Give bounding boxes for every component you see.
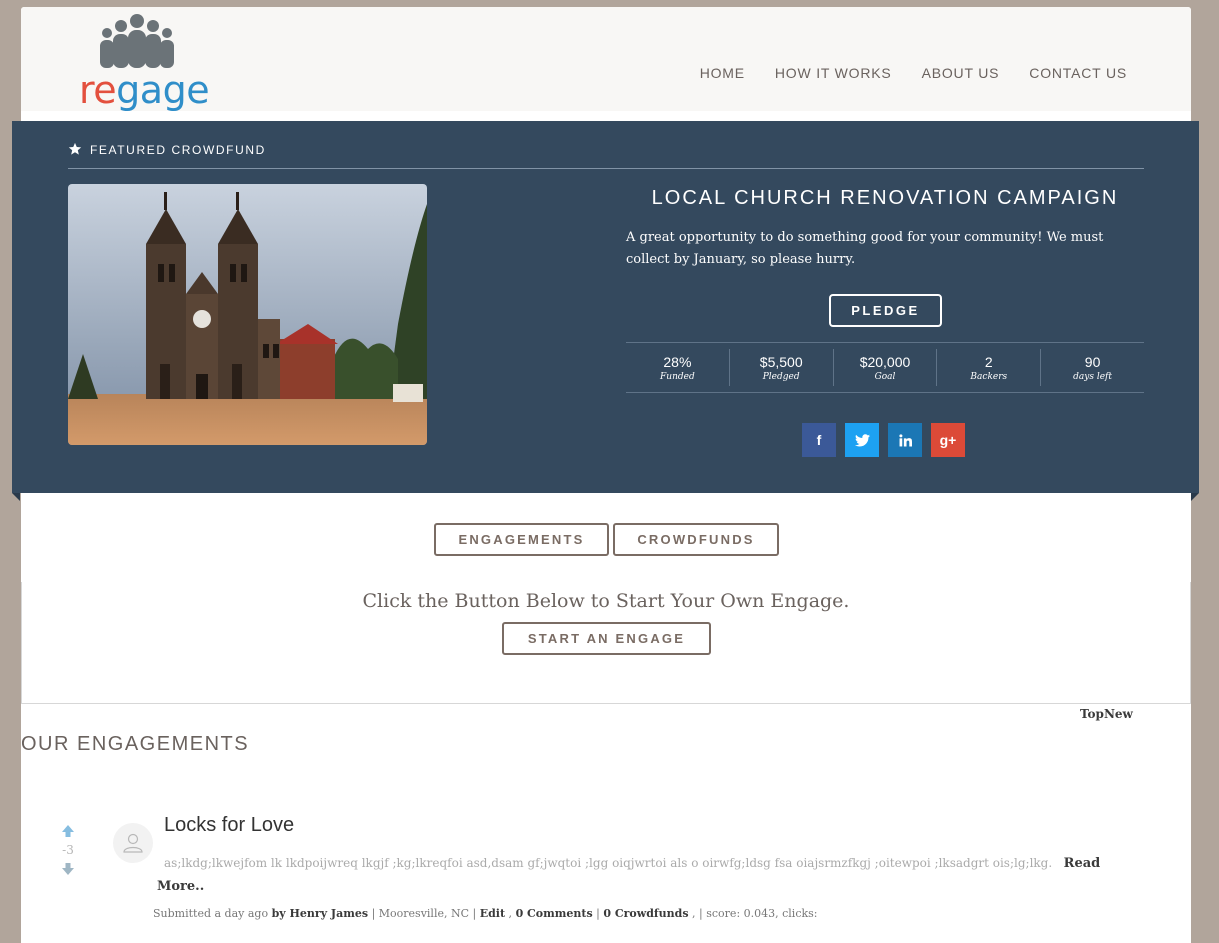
nav-how-it-works[interactable]: HOW IT WORKS bbox=[775, 65, 892, 81]
post-score: score: 0.043, clicks: bbox=[706, 907, 818, 920]
logo[interactable]: regage bbox=[79, 13, 210, 109]
section-title: OUR ENGAGEMENTS bbox=[21, 733, 250, 755]
linkedin-icon[interactable] bbox=[888, 423, 922, 457]
crowdfunds-link[interactable]: 0 Crowdfunds bbox=[603, 907, 688, 920]
stat-pledged: $5,500 Pledged bbox=[730, 349, 834, 386]
twitter-icon[interactable] bbox=[845, 423, 879, 457]
post-title[interactable]: Locks for Love bbox=[164, 814, 294, 837]
nav-home[interactable]: HOME bbox=[700, 65, 745, 81]
post-location: Mooresville, NC bbox=[378, 907, 470, 920]
star-icon bbox=[68, 142, 82, 155]
comments-link[interactable]: 0 Comments bbox=[516, 907, 593, 920]
logo-wordmark: regage bbox=[79, 68, 210, 112]
campaign-description: A great opportunity to do something good… bbox=[626, 230, 1104, 267]
engagements-tab[interactable]: ENGAGEMENTS bbox=[434, 523, 609, 556]
cta-text: Click the Button Below to Start Your Own… bbox=[362, 590, 850, 612]
campaign-stats: 28% Funded $5,500 Pledged $20,000 Goal 2 Bac… bbox=[626, 342, 1144, 393]
nav-about-us[interactable]: ABOUT US bbox=[922, 65, 1000, 81]
vote-count: -3 bbox=[62, 843, 74, 857]
stat-goal: $20,000 Goal bbox=[834, 349, 938, 386]
stat-backers: 2 Backers bbox=[937, 349, 1042, 386]
crowdfunds-tab[interactable]: CROWDFUNDS bbox=[613, 523, 779, 556]
stat-backers-value: 2 bbox=[984, 353, 993, 370]
social-share-buttons: f g+ bbox=[802, 423, 965, 457]
site-header: regage HOME HOW IT WORKS ABOUT US CONTAC… bbox=[21, 7, 1191, 111]
upvote-arrow-icon[interactable] bbox=[60, 823, 76, 839]
post-submitted: Submitted a day ago bbox=[153, 907, 269, 920]
post-excerpt: as;lkdg;lkwejfom lk lkdpoijwreq lkgjf ;k… bbox=[164, 856, 1053, 870]
vote-widget: -3 bbox=[57, 823, 79, 877]
stat-funded-value: 28% bbox=[663, 353, 692, 370]
stat-goal-value: $20,000 bbox=[859, 353, 911, 370]
people-group-icon bbox=[100, 14, 174, 68]
sort-new-link[interactable]: New bbox=[1104, 707, 1133, 721]
featured-heading-text: FEATURED CROWDFUND bbox=[90, 143, 266, 157]
section-divider bbox=[21, 703, 1191, 704]
stat-days-left-label: days left bbox=[1073, 371, 1112, 382]
stat-goal-label: Goal bbox=[874, 371, 896, 382]
downvote-arrow-icon[interactable] bbox=[60, 861, 76, 877]
post-author-link[interactable]: by Henry James bbox=[272, 907, 368, 920]
main-nav: HOME HOW IT WORKS ABOUT US CONTACT US bbox=[700, 65, 1127, 81]
start-engage-button[interactable]: START AN ENGAGE bbox=[502, 622, 711, 655]
pledge-button[interactable]: PLEDGE bbox=[829, 294, 942, 327]
post-body: as;lkdg;lkwejfom lk lkdpoijwreq lkgjf ;k… bbox=[157, 852, 1117, 898]
facebook-icon[interactable]: f bbox=[802, 423, 836, 457]
logo-text-re: re bbox=[79, 68, 117, 112]
campaign-title: LOCAL CHURCH RENOVATION CAMPAIGN bbox=[651, 187, 1119, 209]
stat-backers-label: Backers bbox=[970, 371, 1008, 382]
stat-days-left-value: 90 bbox=[1084, 353, 1101, 370]
stat-funded-label: Funded bbox=[660, 371, 695, 382]
featured-crowdfund-banner: FEATURED CROWDFUND LOCAL CHURCH RENOVATI… bbox=[12, 121, 1199, 501]
edit-link[interactable]: Edit bbox=[480, 907, 505, 920]
featured-heading: FEATURED CROWDFUND bbox=[68, 142, 1144, 169]
nav-contact-us[interactable]: CONTACT US bbox=[1029, 65, 1127, 81]
sort-top-link[interactable]: Top bbox=[1080, 707, 1104, 721]
stat-days-left: 90 days left bbox=[1041, 349, 1144, 386]
church-illustration bbox=[68, 184, 427, 445]
stat-pledged-label: Pledged bbox=[762, 371, 800, 382]
church-photo bbox=[68, 184, 427, 445]
sort-links: TopNew bbox=[1080, 707, 1133, 721]
user-icon bbox=[123, 833, 143, 853]
engagement-tabs: ENGAGEMENTS CROWDFUNDS bbox=[434, 523, 779, 556]
stat-funded: 28% Funded bbox=[626, 349, 730, 386]
post-meta: Submitted a day ago by Henry James | Moo… bbox=[153, 907, 818, 920]
avatar bbox=[113, 823, 153, 863]
google-plus-icon[interactable]: g+ bbox=[931, 423, 965, 457]
logo-text-gage: gage bbox=[116, 68, 210, 112]
stat-pledged-value: $5,500 bbox=[759, 353, 803, 370]
